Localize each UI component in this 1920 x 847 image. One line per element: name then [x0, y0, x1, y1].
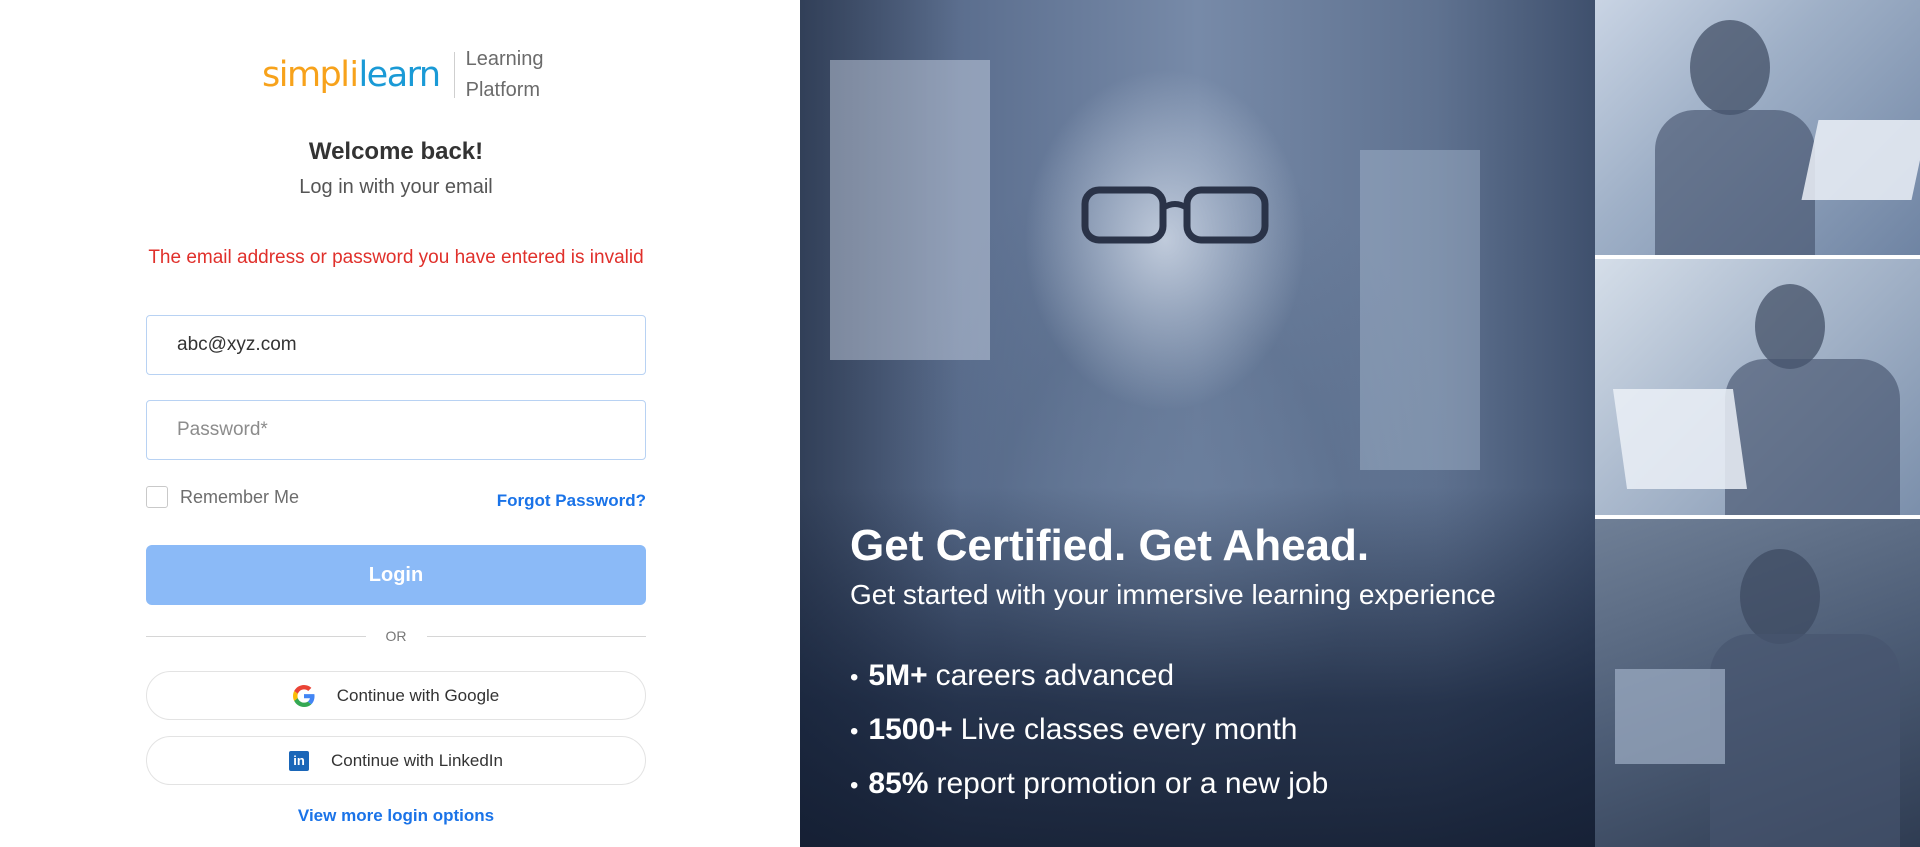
- hero-window-light: [830, 60, 990, 360]
- hero-stat: • 1500+ Live classes every month: [850, 704, 1496, 758]
- or-label: OR: [385, 628, 407, 644]
- login-page: simpl i learn Learning Platform Welcome ba…: [0, 0, 1920, 847]
- email-field-wrapper: [146, 315, 646, 375]
- hero-stat-number: 5M+: [868, 659, 928, 692]
- login-panel: simpl i learn Learning Platform Welcome ba…: [0, 0, 800, 847]
- login-button[interactable]: Login: [146, 545, 646, 605]
- hero-stat-text: careers advanced: [935, 659, 1175, 692]
- brand-tagline-line2: Platform: [465, 79, 541, 101]
- photo-woman-headset: [1595, 519, 1920, 847]
- remember-me-checkbox[interactable]: [146, 486, 168, 508]
- photo-strip: [1595, 0, 1920, 847]
- or-divider: OR: [146, 628, 646, 644]
- hero-stat-number: 1500+: [868, 713, 953, 746]
- hero-stat-number: 85%: [868, 767, 929, 800]
- remember-me-label: Remember Me: [180, 486, 300, 507]
- hero-subtitle: Get started with your immersive learning…: [850, 579, 1496, 610]
- brand-divider: [453, 52, 455, 98]
- password-field[interactable]: [147, 401, 645, 459]
- hero-stat-text: report promotion or a new job: [936, 767, 1329, 800]
- brand-tagline: Learning Platform: [466, 44, 544, 106]
- hero-window-light-right: [1360, 150, 1480, 470]
- error-message: The email address or password you have e…: [148, 247, 644, 268]
- hero-stats: • 5M+ careers advanced • 1500+ Live clas…: [850, 650, 1496, 812]
- hero-stat: • 5M+ careers advanced: [850, 650, 1496, 704]
- simplilearn-logo[interactable]: simpl i learn: [262, 54, 441, 95]
- logo-simpl: simpl: [262, 54, 350, 95]
- hero-panel: Get Certified. Get Ahead. Get started wi…: [800, 0, 1595, 847]
- or-line-left: [146, 635, 366, 637]
- google-login-button[interactable]: Continue with Google: [146, 671, 646, 720]
- linkedin-login-button[interactable]: in Continue with LinkedIn: [146, 736, 646, 785]
- hero-title: Get Certified. Get Ahead.: [850, 521, 1370, 570]
- logo-learn: learn: [358, 54, 441, 95]
- more-login-options-link[interactable]: View more login options: [146, 806, 646, 826]
- forgot-password-link[interactable]: Forgot Password?: [497, 491, 646, 511]
- hero-text: Get Certified. Get Ahead. Get started wi…: [850, 520, 1496, 812]
- brand-tagline-line1: Learning: [465, 48, 544, 70]
- photo-student-writing: [1595, 0, 1920, 255]
- logo-bar: i: [349, 54, 359, 95]
- page-title: Welcome back!: [308, 138, 484, 165]
- linkedin-icon: in: [288, 750, 309, 771]
- hero-stat: • 85% report promotion or a new job: [850, 758, 1496, 812]
- password-field-wrapper: [146, 400, 646, 460]
- or-line-right: [426, 635, 646, 637]
- google-icon: [292, 684, 315, 707]
- linkedin-login-label: Continue with LinkedIn: [330, 750, 503, 770]
- hero-person-glasses: [1081, 186, 1269, 244]
- remember-me[interactable]: Remember Me: [146, 486, 299, 508]
- page-subtitle: Log in with your email: [299, 176, 493, 198]
- email-field[interactable]: [147, 316, 645, 374]
- google-login-label: Continue with Google: [336, 685, 500, 705]
- hero-stat-text: Live classes every month: [960, 713, 1298, 746]
- brand: simpl i learn Learning Platform: [262, 44, 543, 106]
- photo-man-laptop: [1595, 259, 1920, 515]
